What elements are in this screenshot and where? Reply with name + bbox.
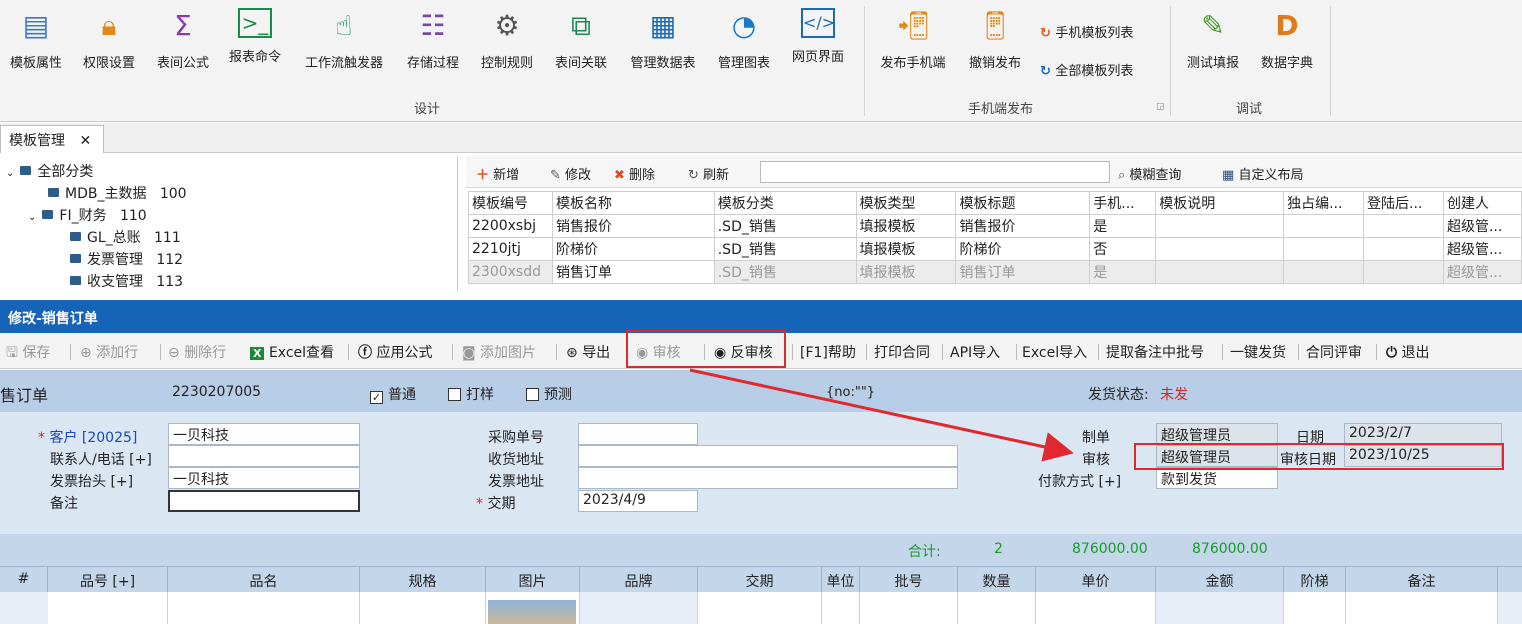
annotation-arrow bbox=[689, 368, 1074, 462]
